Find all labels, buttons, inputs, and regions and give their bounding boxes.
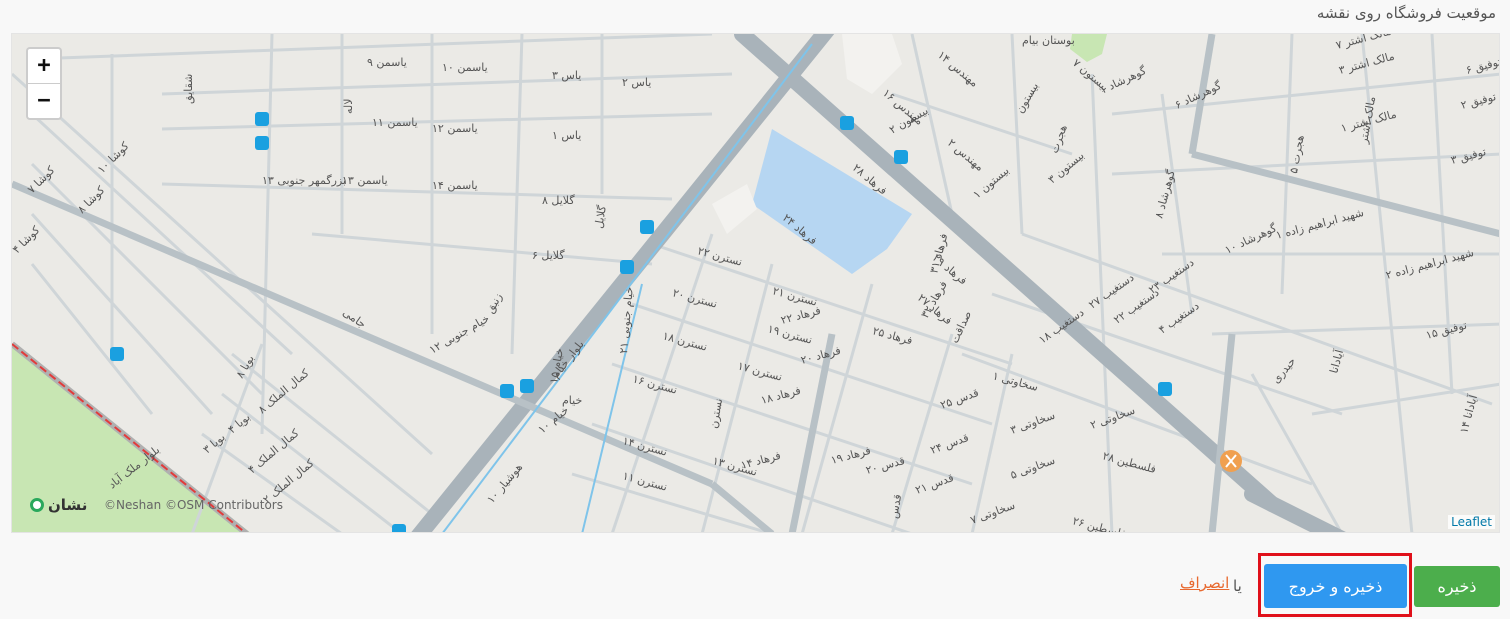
- svg-text:لاله: لاله: [342, 98, 355, 114]
- svg-text:یاسمن ۱۰: یاسمن ۱۰: [442, 61, 488, 74]
- svg-text:یاسمن ۹: یاسمن ۹: [367, 56, 407, 69]
- map-tiles[interactable]: بلوار خیام بلوار ملک آباد یاسمن ۹ یاسمن …: [12, 34, 1500, 533]
- svg-text:شقایق: شقایق: [182, 74, 196, 104]
- svg-text:گلایل ۶: گلایل ۶: [532, 249, 565, 262]
- svg-text:یاس ۱: یاس ۱: [552, 129, 581, 142]
- svg-text:یاسمن ۱۲: یاسمن ۱۲: [432, 122, 478, 135]
- svg-text:یاس ۳: یاس ۳: [552, 69, 581, 82]
- svg-text:خیام: خیام: [562, 394, 582, 407]
- map-attribution: ©Neshan ©OSM Contributors: [104, 498, 283, 512]
- neshan-brand: نشان: [30, 496, 87, 514]
- cancel-link[interactable]: انصراف: [1180, 574, 1229, 592]
- svg-text:بزرگمهر جنوبی ۱۳: بزرگمهر جنوبی ۱۳: [262, 174, 346, 187]
- save-and-exit-button[interactable]: ذخیره و خروج: [1264, 564, 1407, 608]
- leaflet-link[interactable]: Leaflet: [1448, 515, 1495, 529]
- svg-text:یاسمن ۱۱: یاسمن ۱۱: [372, 116, 418, 129]
- svg-text:گلایل ۸: گلایل ۸: [542, 194, 575, 207]
- neshan-logo-icon: [30, 498, 44, 512]
- svg-text:بوستان بیام: بوستان بیام: [1022, 34, 1075, 47]
- map-container[interactable]: بلوار خیام بلوار ملک آباد یاسمن ۹ یاسمن …: [11, 33, 1500, 533]
- save-button[interactable]: ذخیره: [1414, 566, 1500, 607]
- brand-text: نشان: [48, 496, 88, 514]
- zoom-control: + −: [26, 47, 62, 120]
- svg-text:یاسمن ۱۳: یاسمن ۱۳: [342, 174, 388, 187]
- or-text: یا: [1233, 577, 1242, 595]
- zoom-in-button[interactable]: +: [28, 49, 60, 83]
- page-title: موقعیت فروشگاه روی نقشه: [1316, 4, 1496, 22]
- zoom-out-button[interactable]: −: [28, 83, 60, 118]
- svg-text:یاس ۲: یاس ۲: [622, 76, 651, 89]
- svg-text:یاسمن ۱۴: یاسمن ۱۴: [432, 179, 478, 192]
